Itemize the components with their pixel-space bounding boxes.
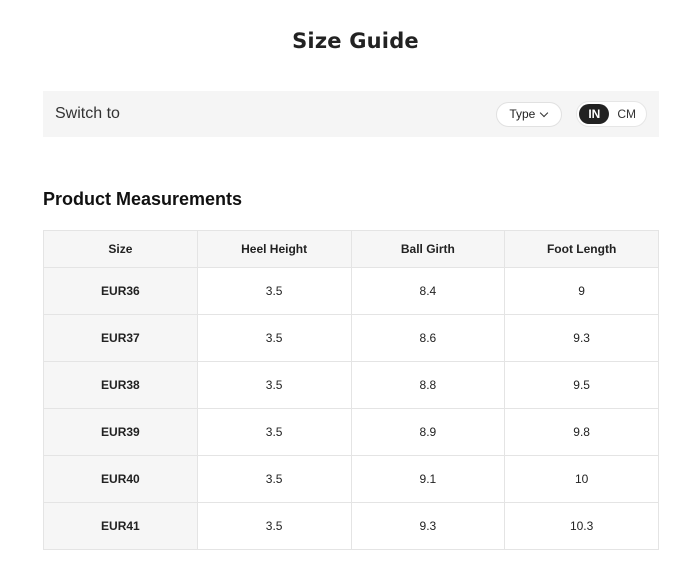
table-row: EUR39 3.5 8.9 9.8 [43, 408, 659, 456]
ball-girth-cell: 8.8 [350, 361, 506, 409]
ball-girth-cell: 9.1 [350, 455, 506, 503]
foot-length-cell: 9.5 [504, 361, 659, 409]
heel-height-cell: 3.5 [196, 408, 352, 456]
unit-switch-bar: Switch to Type IN CM [43, 91, 659, 137]
size-cell: EUR37 [43, 314, 198, 362]
size-cell: EUR36 [43, 267, 198, 315]
size-cell: EUR39 [43, 408, 198, 456]
ball-girth-cell: 8.6 [350, 314, 506, 362]
table-header-row: Size Heel Height Ball Girth Foot Length [43, 230, 659, 268]
ball-girth-cell: 8.9 [350, 408, 506, 456]
chevron-down-icon [540, 108, 549, 117]
size-cell: EUR40 [43, 455, 198, 503]
foot-length-cell: 9.8 [504, 408, 659, 456]
foot-length-cell: 10.3 [504, 502, 659, 550]
heel-height-cell: 3.5 [196, 267, 352, 315]
heel-height-cell: 3.5 [196, 361, 352, 409]
header-foot-length: Foot Length [504, 230, 659, 268]
measurements-table: Size Heel Height Ball Girth Foot Length … [43, 230, 659, 550]
table-row: EUR41 3.5 9.3 10.3 [43, 502, 659, 550]
foot-length-cell: 10 [504, 455, 659, 503]
ball-girth-cell: 8.4 [350, 267, 506, 315]
ball-girth-cell: 9.3 [350, 502, 506, 550]
table-row: EUR36 3.5 8.4 9 [43, 267, 659, 315]
header-size: Size [43, 230, 198, 268]
type-dropdown-label: Type [509, 107, 536, 121]
page-title: Size Guide [292, 29, 419, 53]
table-row: EUR37 3.5 8.6 9.3 [43, 314, 659, 362]
switch-label: Switch to [55, 105, 120, 122]
size-cell: EUR38 [43, 361, 198, 409]
heel-height-cell: 3.5 [196, 502, 352, 550]
header-heel-height: Heel Height [196, 230, 352, 268]
header-ball-girth: Ball Girth [350, 230, 506, 268]
type-dropdown[interactable]: Type [496, 101, 563, 127]
table-row: EUR40 3.5 9.1 10 [43, 455, 659, 503]
heel-height-cell: 3.5 [196, 314, 352, 362]
unit-cm-button[interactable]: CM [609, 104, 644, 124]
foot-length-cell: 9 [504, 267, 659, 315]
unit-toggle: IN CM [576, 101, 647, 127]
section-title: Product Measurements [43, 189, 243, 209]
table-row: EUR38 3.5 8.8 9.5 [43, 361, 659, 409]
size-cell: EUR41 [43, 502, 198, 550]
foot-length-cell: 9.3 [504, 314, 659, 362]
heel-height-cell: 3.5 [196, 455, 352, 503]
unit-in-button[interactable]: IN [579, 104, 610, 124]
